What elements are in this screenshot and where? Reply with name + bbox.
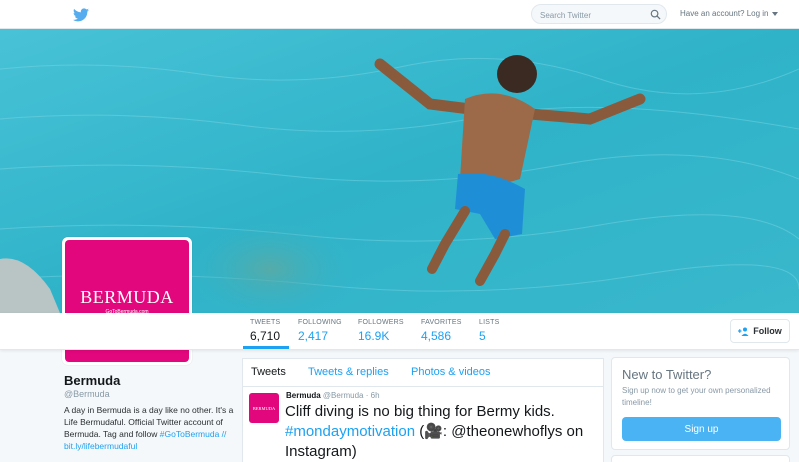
tweet-avatar-brand: BERMUDA xyxy=(252,405,276,411)
stat-lists[interactable]: LISTS 5 xyxy=(479,319,499,343)
tweet-hashtag[interactable]: #mondaymotivation xyxy=(285,423,415,440)
timeline-tabs: Tweets Tweets & replies Photos & videos xyxy=(243,359,603,387)
stat-label: FOLLOWERS xyxy=(358,319,404,326)
login-label[interactable]: Have an account? Log in xyxy=(680,9,769,18)
stat-tweets[interactable]: TWEETS 6,710 xyxy=(250,319,280,343)
search-input[interactable] xyxy=(532,6,642,25)
stat-favorites[interactable]: FAVORITES 4,586 xyxy=(421,319,462,343)
secondary-module xyxy=(611,455,790,462)
stat-label: LISTS xyxy=(479,319,500,326)
tweet-author-handle[interactable]: @Bermuda xyxy=(323,391,364,400)
follow-label: Follow xyxy=(753,326,782,336)
tab-tweets-replies[interactable]: Tweets & replies xyxy=(308,366,389,378)
stat-value: 16.9K xyxy=(358,329,390,343)
login-link[interactable]: Have an account? Log in xyxy=(680,9,778,18)
tweet-meta: Bermuda @Bermuda · 6h xyxy=(286,391,380,400)
profile-bio: A day in Bermuda is a day like no other.… xyxy=(64,404,234,452)
search-icon[interactable] xyxy=(650,9,661,20)
stat-value: 6,710 xyxy=(250,329,281,343)
caret-down-icon[interactable] xyxy=(771,11,778,16)
tweet-time[interactable]: · 6h xyxy=(366,391,380,400)
signup-subtitle: Sign up now to get your own personalized… xyxy=(622,386,771,407)
active-stat-indicator xyxy=(243,346,289,349)
tweet-text-part1: Cliff diving is no big thing for Bermy k… xyxy=(285,403,555,420)
stat-label: TWEETS xyxy=(250,319,281,326)
timeline: Tweets Tweets & replies Photos & videos … xyxy=(242,358,604,462)
follow-button[interactable]: Follow xyxy=(730,319,790,343)
signup-module: New to Twitter? Sign up now to get your … xyxy=(611,357,790,450)
search-box[interactable] xyxy=(531,4,667,25)
tweet-avatar[interactable]: BERMUDA xyxy=(249,393,279,423)
tab-tweets[interactable]: Tweets xyxy=(251,366,286,378)
stat-value: 5 xyxy=(479,329,486,343)
stat-label: FOLLOWING xyxy=(298,319,342,326)
tweet[interactable]: BERMUDA Bermuda @Bermuda · 6h Cliff divi… xyxy=(243,387,603,462)
stat-value: 4,586 xyxy=(421,329,452,343)
profile-handle[interactable]: @Bermuda xyxy=(64,389,110,399)
tweet-text: Cliff diving is no big thing for Bermy k… xyxy=(285,402,603,462)
stat-following[interactable]: FOLLOWING 2,417 xyxy=(298,319,342,343)
avatar-brand: BERMUDA xyxy=(80,287,174,307)
add-user-icon xyxy=(738,327,749,336)
tab-photos-videos[interactable]: Photos & videos xyxy=(411,366,491,378)
stat-followers[interactable]: FOLLOWERS 16.9K xyxy=(358,319,404,343)
profile-name[interactable]: Bermuda xyxy=(64,373,120,388)
signup-button[interactable]: Sign up xyxy=(622,417,781,441)
signup-title: New to Twitter? xyxy=(622,367,712,382)
tweet-author-name[interactable]: Bermuda xyxy=(286,391,321,400)
profile-stats-bar: TWEETS 6,710 FOLLOWING 2,417 FOLLOWERS 1… xyxy=(0,313,799,350)
top-navigation: Have an account? Log in xyxy=(0,0,799,29)
stat-value: 2,417 xyxy=(298,329,329,343)
stat-label: FAVORITES xyxy=(421,319,462,326)
twitter-bird-icon[interactable] xyxy=(73,8,89,22)
